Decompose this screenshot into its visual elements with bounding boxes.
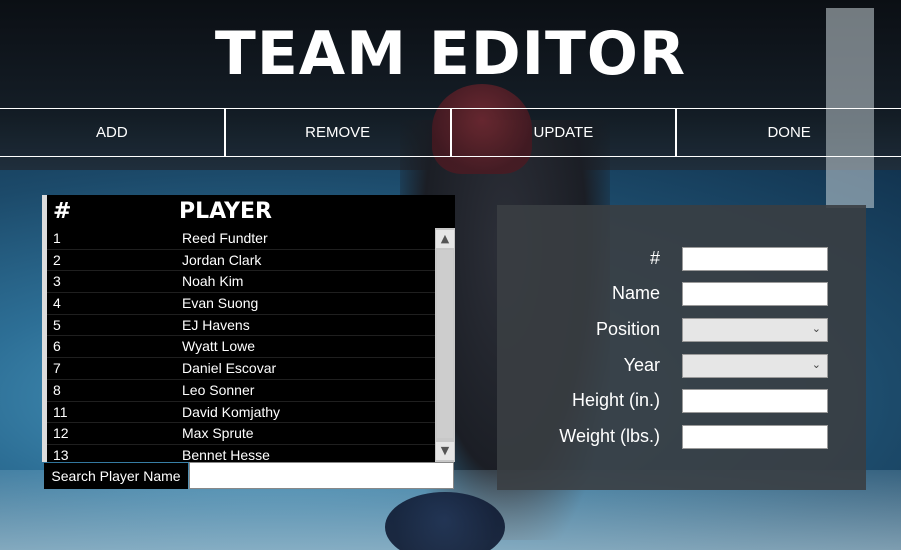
player-rows: 1 Reed Fundter 2 Jordan Clark 3 Noah Kim 4 E… — [47, 228, 435, 462]
row-name: Wyatt Lowe — [182, 338, 256, 355]
row-name: Max Sprute — [182, 425, 254, 442]
chevron-down-icon[interactable]: ▼ — [436, 442, 454, 460]
row-number: 1 — [53, 230, 61, 246]
name-label: Name — [611, 283, 660, 303]
row-name: Jordan Clark — [182, 251, 262, 268]
row-name: Leo Sonner — [182, 381, 255, 398]
table-row[interactable]: 2 Jordan Clark — [47, 250, 435, 272]
table-row[interactable]: 12 Max Sprute — [47, 423, 435, 445]
row-number: 7 — [53, 360, 61, 377]
table-row[interactable]: 1 Reed Fundter — [47, 228, 435, 250]
position-select[interactable]: ⌄ — [682, 318, 828, 342]
row-number: 4 — [53, 295, 61, 312]
search-input[interactable] — [189, 462, 454, 489]
row-number: 2 — [53, 251, 61, 268]
page-title: TEAM EDITOR — [214, 19, 687, 89]
list-header: # PLAYER — [47, 195, 455, 227]
add-button[interactable]: ADD — [0, 109, 226, 156]
chevron-up-icon[interactable]: ▲ — [436, 230, 454, 248]
column-header-player[interactable]: PLAYER — [179, 199, 272, 224]
row-name: David Komjathy — [182, 403, 281, 420]
row-name: EJ Havens — [182, 316, 250, 333]
row-number: 11 — [53, 403, 68, 420]
row-number: 5 — [53, 316, 61, 333]
table-row[interactable]: 6 Wyatt Lowe — [47, 336, 435, 359]
search-label: Search Player Name — [44, 463, 188, 489]
row-name: Daniel Escovar — [182, 360, 277, 377]
row-number: 3 — [53, 273, 61, 290]
row-number: 8 — [53, 381, 61, 398]
player-detail-panel: # Name Position ⌄ Year ⌄ Height (in.) We… — [497, 205, 866, 490]
height-field[interactable] — [682, 389, 828, 413]
table-row[interactable]: 13 Bennet Hesse — [47, 445, 435, 462]
table-row[interactable]: 3 Noah Kim — [47, 271, 435, 294]
number-field[interactable] — [682, 247, 828, 271]
chevron-down-icon: ⌄ — [811, 322, 821, 335]
height-label: Height (in.) — [571, 390, 660, 410]
weight-field[interactable] — [682, 425, 828, 449]
row-name: Bennet Hesse — [182, 446, 270, 462]
row-name: Evan Suong — [182, 295, 259, 312]
toolbar: ADD REMOVE UPDATE DONE — [0, 108, 901, 157]
table-row[interactable]: 8 Leo Sonner — [47, 380, 435, 402]
table-row[interactable]: 5 EJ Havens — [47, 315, 435, 337]
row-name: Reed Fundter — [182, 230, 268, 246]
row-number: 13 — [53, 446, 69, 462]
year-label: Year — [623, 355, 660, 375]
number-label: # — [649, 248, 660, 268]
table-row[interactable]: 4 Evan Suong — [47, 293, 435, 315]
update-button[interactable]: UPDATE — [451, 109, 678, 156]
list-scrollbar[interactable]: ▲ ▼ — [435, 228, 455, 462]
row-number: 6 — [53, 338, 61, 355]
weight-label: Weight (lbs.) — [559, 426, 660, 446]
chevron-down-icon: ⌄ — [811, 358, 821, 371]
row-number: 12 — [53, 425, 69, 442]
player-list[interactable]: # PLAYER 1 Reed Fundter 2 Jordan Clark 3 No… — [42, 195, 455, 462]
year-select[interactable]: ⌄ — [682, 354, 828, 378]
column-header-number[interactable]: # — [53, 199, 71, 224]
table-row[interactable]: 7 Daniel Escovar — [47, 358, 435, 380]
row-name: Noah Kim — [182, 273, 244, 290]
done-button[interactable]: DONE — [677, 109, 901, 156]
scrollbar-thumb[interactable] — [437, 250, 453, 438]
remove-button[interactable]: REMOVE — [225, 109, 452, 156]
table-row[interactable]: 11 David Komjathy — [47, 402, 435, 424]
position-label: Position — [595, 319, 660, 339]
name-field[interactable] — [682, 282, 828, 306]
